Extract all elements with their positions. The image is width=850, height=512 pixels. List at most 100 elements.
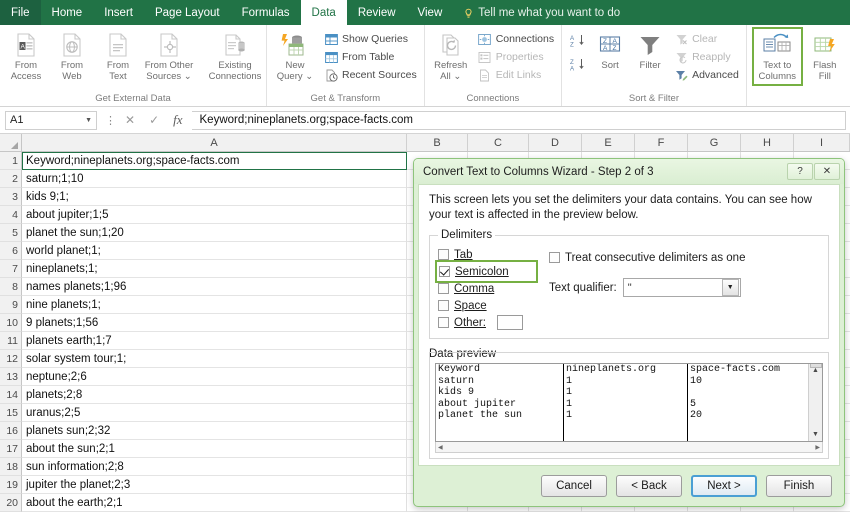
tab-page-layout[interactable]: Page Layout: [144, 0, 231, 25]
column-header-C[interactable]: C: [468, 134, 529, 151]
cell-A5[interactable]: planet the sun;1;20: [22, 224, 407, 242]
cell-A6[interactable]: world planet;1;: [22, 242, 407, 260]
row-header[interactable]: 7: [0, 260, 22, 278]
scrollbar-thumb[interactable]: [810, 363, 822, 368]
cell-A20[interactable]: about the earth;2;1: [22, 494, 407, 512]
remove-duplicates-button[interactable]: Remove Duplicates: [845, 28, 850, 85]
row-header[interactable]: 5: [0, 224, 22, 242]
dialog-help-button[interactable]: ?: [787, 163, 813, 180]
formula-input[interactable]: Keyword;nineplanets.org;space-facts.com: [192, 111, 846, 130]
column-header-F[interactable]: F: [635, 134, 688, 151]
cell-A7[interactable]: nineplanets;1;: [22, 260, 407, 278]
advanced-filter-button[interactable]: Advanced: [672, 66, 743, 84]
column-header-E[interactable]: E: [582, 134, 635, 151]
column-header-D[interactable]: D: [529, 134, 582, 151]
delimiter-comma-row[interactable]: Comma: [438, 280, 535, 297]
tab-insert[interactable]: Insert: [93, 0, 144, 25]
delimiter-other-row[interactable]: Other:: [438, 314, 535, 331]
tab-view[interactable]: View: [407, 0, 454, 25]
row-header[interactable]: 13: [0, 368, 22, 386]
from-table-button[interactable]: From Table: [322, 48, 421, 66]
tab-home[interactable]: Home: [41, 0, 94, 25]
delimiter-space-checkbox[interactable]: [438, 300, 449, 311]
delimiter-tab-row[interactable]: Tab: [438, 246, 535, 263]
select-all-corner[interactable]: [0, 134, 22, 151]
tab-formulas[interactable]: Formulas: [231, 0, 301, 25]
cell-A18[interactable]: sun information;2;8: [22, 458, 407, 476]
preview-column-3[interactable]: space-facts.com10520: [688, 364, 808, 441]
flash-fill-button[interactable]: Flash Fill: [805, 28, 845, 85]
row-header[interactable]: 17: [0, 440, 22, 458]
data-preview-table[interactable]: Keywordsaturnkids 9about jupiterplanet t…: [436, 364, 808, 441]
column-header-I[interactable]: I: [794, 134, 850, 151]
row-header[interactable]: 18: [0, 458, 22, 476]
chevron-down-icon[interactable]: ▼: [722, 279, 739, 296]
row-header[interactable]: 15: [0, 404, 22, 422]
row-header[interactable]: 14: [0, 386, 22, 404]
treat-consecutive-row[interactable]: Treat consecutive delimiters as one: [549, 249, 820, 266]
cell-A10[interactable]: 9 planets;1;56: [22, 314, 407, 332]
from-web-button[interactable]: From Web: [49, 28, 95, 85]
row-header[interactable]: 19: [0, 476, 22, 494]
row-header[interactable]: 3: [0, 188, 22, 206]
tell-me-search[interactable]: Tell me what you want to do: [453, 0, 630, 25]
delimiter-tab-checkbox[interactable]: [438, 249, 449, 260]
row-header[interactable]: 9: [0, 296, 22, 314]
row-header[interactable]: 16: [0, 422, 22, 440]
preview-horizontal-scrollbar[interactable]: ◀ ▶: [435, 442, 823, 453]
cell-A11[interactable]: planets earth;1;7: [22, 332, 407, 350]
row-header[interactable]: 1: [0, 152, 22, 170]
column-header-A[interactable]: A: [22, 134, 407, 151]
row-header[interactable]: 20: [0, 494, 22, 512]
clear-filter-button[interactable]: Clear: [672, 30, 743, 48]
text-qualifier-select[interactable]: " ▼: [623, 278, 741, 297]
delimiter-space-row[interactable]: Space: [438, 297, 535, 314]
cell-A3[interactable]: kids 9;1;: [22, 188, 407, 206]
treat-consecutive-checkbox[interactable]: [549, 252, 560, 263]
delimiter-semicolon-checkbox[interactable]: [439, 266, 450, 277]
scroll-left-icon[interactable]: ◀: [438, 444, 443, 451]
cell-A4[interactable]: about jupiter;1;5: [22, 206, 407, 224]
filter-button[interactable]: Filter: [630, 28, 670, 75]
finish-button[interactable]: Finish: [766, 475, 832, 497]
insert-function-icon[interactable]: fx: [173, 112, 182, 128]
back-button[interactable]: < Back: [616, 475, 682, 497]
sort-az-button[interactable]: AZ: [567, 32, 590, 54]
connections-button[interactable]: Connections: [476, 30, 558, 48]
cell-A16[interactable]: planets sun;2;32: [22, 422, 407, 440]
from-access-button[interactable]: A From Access: [3, 28, 49, 85]
column-header-H[interactable]: H: [741, 134, 794, 151]
sort-button[interactable]: ZAAZ Sort: [590, 28, 630, 75]
show-queries-button[interactable]: Show Queries: [322, 30, 421, 48]
tab-review[interactable]: Review: [347, 0, 407, 25]
delimiter-other-input[interactable]: [497, 315, 523, 330]
cell-A2[interactable]: saturn;1;10: [22, 170, 407, 188]
recent-sources-button[interactable]: Recent Sources: [322, 66, 421, 84]
from-text-button[interactable]: From Text: [95, 28, 141, 85]
name-box[interactable]: A1 ▼: [5, 111, 97, 130]
column-header-G[interactable]: G: [688, 134, 741, 151]
tab-data[interactable]: Data: [301, 0, 347, 25]
scroll-right-icon[interactable]: ▶: [815, 444, 820, 451]
delimiter-other-checkbox[interactable]: [438, 317, 449, 328]
preview-column-1[interactable]: Keywordsaturnkids 9about jupiterplanet t…: [436, 364, 564, 441]
row-header[interactable]: 11: [0, 332, 22, 350]
delimiter-semicolon-row[interactable]: Semicolon: [438, 263, 535, 280]
cancel-button[interactable]: Cancel: [541, 475, 607, 497]
cell-A13[interactable]: neptune;2;6: [22, 368, 407, 386]
edit-links-button[interactable]: Edit Links: [476, 66, 558, 84]
cell-A19[interactable]: jupiter the planet;2;3: [22, 476, 407, 494]
from-other-sources-button[interactable]: From Other Sources ⌄: [141, 28, 197, 85]
row-header[interactable]: 4: [0, 206, 22, 224]
delimiter-comma-checkbox[interactable]: [438, 283, 449, 294]
text-to-columns-button[interactable]: Text to Columns: [753, 28, 802, 85]
preview-column-2[interactable]: nineplanets.org1111: [564, 364, 688, 441]
cell-A8[interactable]: names planets;1;96: [22, 278, 407, 296]
row-header[interactable]: 2: [0, 170, 22, 188]
formula-bar-resize-handle[interactable]: ⋮: [105, 114, 116, 127]
confirm-entry-icon[interactable]: ✓: [149, 113, 159, 127]
reapply-button[interactable]: Reapply: [672, 48, 743, 66]
cell-A14[interactable]: planets;2;8: [22, 386, 407, 404]
preview-vertical-scrollbar[interactable]: ▲ ▼: [808, 364, 822, 441]
dialog-close-button[interactable]: ✕: [814, 163, 840, 180]
